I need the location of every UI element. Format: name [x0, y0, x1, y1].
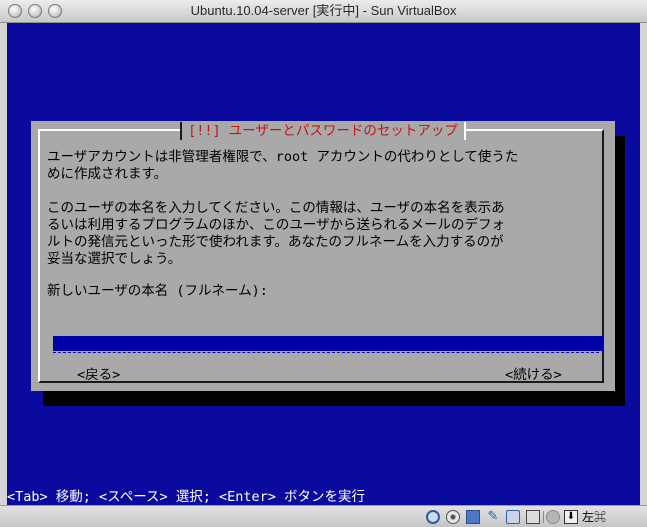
floppy-icon[interactable] [466, 510, 480, 524]
full-name-label: 新しいユーザの本名 (フルネーム): [47, 283, 268, 299]
optical-disc-icon[interactable] [446, 510, 460, 524]
status-bar: ✎ ⬇ 左⌘ [0, 505, 647, 527]
status-separator [543, 511, 544, 523]
pencil-icon[interactable]: ✎ [486, 510, 500, 524]
usb-icon[interactable] [526, 510, 540, 524]
keyboard-help-line: <Tab> 移動; <スペース> 選択; <Enter> ボタンを実行 [7, 489, 366, 505]
dialog-title: [!!] ユーザーとパスワードのセットアップ [180, 122, 466, 140]
window-title: Ubuntu.10.04-server [実行中] - Sun VirtualB… [190, 3, 457, 18]
mouse-capture-icon[interactable]: ⬇ [564, 510, 578, 524]
full-name-input[interactable] [53, 336, 603, 351]
guest-screen[interactable]: [!!] ユーザーとパスワードのセットアップ ユーザアカウントは非管理者権限で、… [7, 23, 640, 505]
continue-button[interactable]: <続ける> [505, 367, 562, 384]
back-button[interactable]: <戻る> [77, 367, 120, 384]
virtualbox-window: Ubuntu.10.04-server [実行中] - Sun VirtualB… [0, 0, 647, 527]
user-setup-dialog: [!!] ユーザーとパスワードのセットアップ ユーザアカウントは非管理者権限で、… [31, 121, 615, 391]
shared-folder-icon[interactable] [546, 510, 560, 524]
dialog-description: ユーザアカウントは非管理者権限で、root アカウントの代わりとして使うた めに… [47, 149, 519, 267]
host-key-indicator: 左⌘ [582, 510, 607, 524]
dialog-title-container: [!!] ユーザーとパスワードのセットアップ [31, 120, 615, 140]
hard-disk-icon[interactable] [426, 510, 440, 524]
title-bar[interactable]: Ubuntu.10.04-server [実行中] - Sun VirtualB… [0, 0, 647, 23]
input-underline [53, 352, 599, 353]
network-icon[interactable] [506, 510, 520, 524]
